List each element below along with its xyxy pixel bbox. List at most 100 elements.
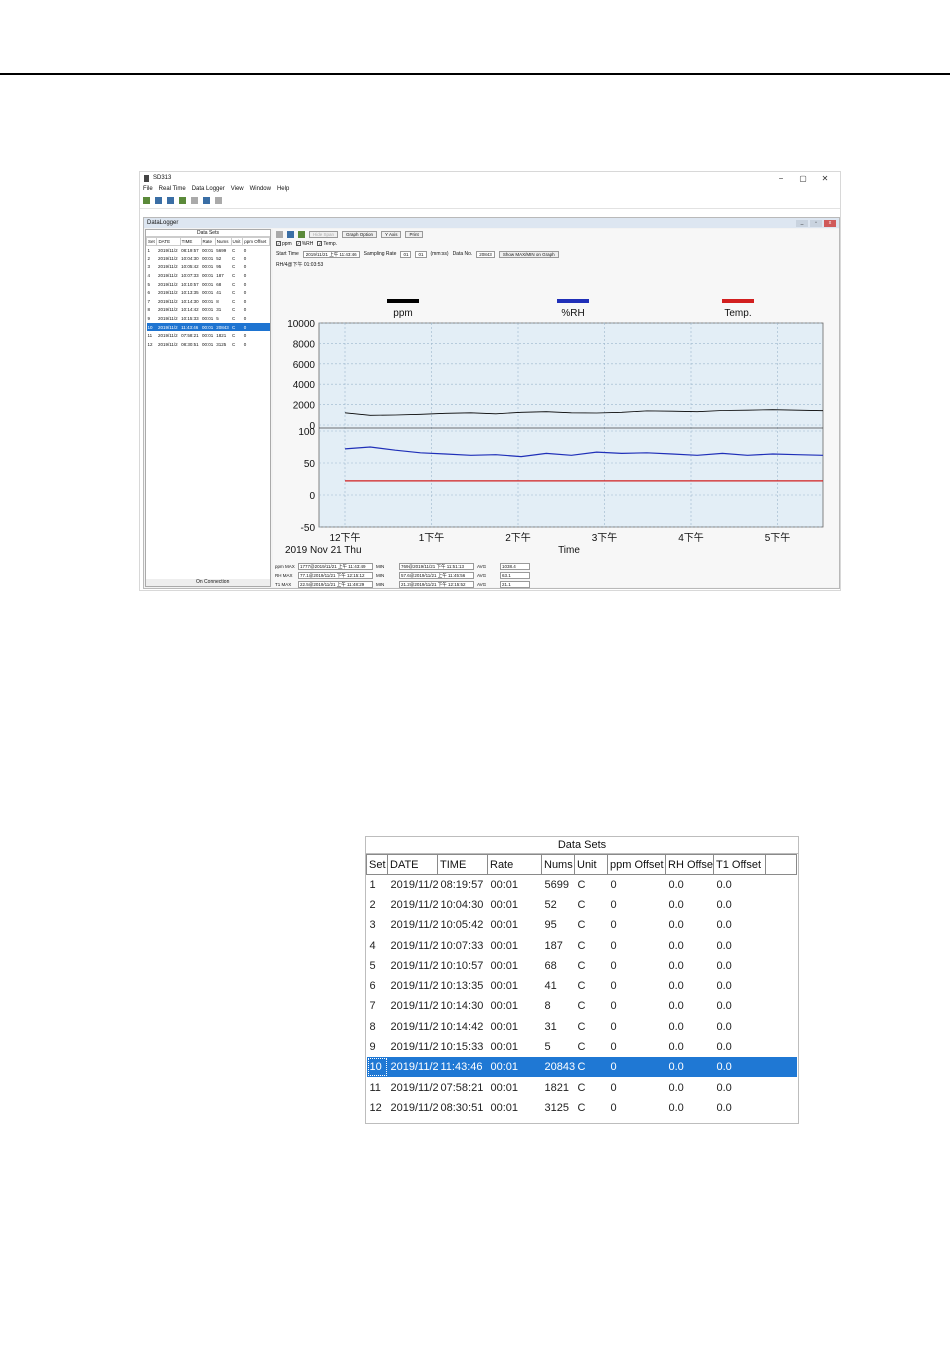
menu-real-time[interactable]: Real Time bbox=[159, 186, 186, 192]
column-header[interactable]: TIME bbox=[437, 854, 488, 875]
table-row[interactable]: 5 2019/11/2 10:10:57 00:01 68 C 0 0.0 0.0 bbox=[367, 956, 797, 976]
legend-swatch bbox=[557, 299, 589, 303]
minimize-button[interactable]: − bbox=[770, 174, 792, 183]
table-row[interactable]: 7 2019/11/2 10:14:30 00:01 8 C 0 bbox=[147, 297, 270, 306]
table-cell: 00:01 bbox=[202, 247, 214, 253]
column-header[interactable]: ppm Offset bbox=[607, 854, 666, 875]
stat-max-field[interactable]: 77.1@2019/11/21 下午 12:15:12 bbox=[298, 572, 373, 579]
table-row[interactable]: 4 2019/11/2 10:07:33 00:01 187 C 0 bbox=[147, 271, 270, 280]
stat-min-field[interactable]: 769@2019/11/21 下午 11:51:13 bbox=[399, 563, 474, 570]
table-row[interactable]: 8 2019/11/2 10:14:42 00:01 31 C 0 bbox=[147, 306, 270, 315]
check-ppm[interactable]: ✓ ppm bbox=[276, 241, 292, 247]
table-row[interactable]: 11 2019/11/2 07:58:21 00:01 1821 C 0 0.0 0.0 bbox=[367, 1077, 797, 1097]
table-row[interactable]: 10 2019/11/2 11:43:46 00:01 20843 C 0 bbox=[146, 322, 270, 332]
graph-pane: Hide Span Graph Option Y Axis Print ✓ ppm… bbox=[273, 229, 839, 588]
table-row[interactable]: 3 2019/11/2 10:05:42 00:01 95 C 0 bbox=[147, 263, 270, 272]
stat-min-field[interactable]: 57.6@2019/11/21 上午 11:45:56 bbox=[399, 572, 474, 579]
sampling-min-select[interactable]: 01 bbox=[400, 250, 412, 258]
column-header[interactable]: T1 Offset bbox=[713, 854, 766, 875]
start-time-field[interactable]: 2019/11/21 上午 11:43:46 bbox=[302, 250, 360, 258]
column-header[interactable]: Rate bbox=[487, 854, 542, 875]
column-header[interactable]: RH Offse bbox=[665, 854, 714, 875]
hide-span-button[interactable]: Hide Span bbox=[309, 230, 339, 238]
sensor-chart[interactable]: ppm %RH Temp.1000080006000400020000100500-… bbox=[273, 273, 839, 559]
table-row[interactable]: 9 2019/11/2 10:15:33 00:01 5 C 0 bbox=[147, 314, 270, 323]
stat-avg-field[interactable]: 63.1 bbox=[500, 572, 530, 579]
column-header[interactable]: Unit bbox=[574, 854, 608, 875]
show-maxmin-button[interactable]: Show MAX/MIN on Graph bbox=[498, 250, 559, 258]
stat-max-field[interactable]: 1777@2019/11/21 上午 11:43:49 bbox=[298, 563, 373, 570]
stat-avg-field[interactable]: 1038.4 bbox=[500, 563, 530, 570]
print-button[interactable]: Print bbox=[405, 230, 423, 238]
table-row[interactable]: 12 2019/11/2 08:30:51 00:01 3125 C 0 bbox=[147, 340, 270, 349]
table-row[interactable]: 12 2019/11/2 08:30:51 00:01 3125 C 0 0.0 0.0 bbox=[367, 1098, 797, 1118]
cursor-icon[interactable] bbox=[287, 230, 294, 238]
maximize-button[interactable]: ▢ bbox=[792, 174, 814, 183]
info-icon[interactable] bbox=[215, 197, 222, 204]
stat-max-field[interactable]: 22.5@2019/11/21 上午 11:48:29 bbox=[298, 581, 373, 588]
table-cell: 0 bbox=[243, 341, 247, 347]
table-row[interactable]: 6 2019/11/2 10:13:35 00:01 41 C 0 0.0 0.0 bbox=[367, 976, 797, 996]
column-header[interactable]: DATE bbox=[387, 854, 438, 875]
child-restore-button[interactable]: ▫ bbox=[810, 219, 822, 227]
menu-help[interactable]: Help bbox=[277, 186, 289, 192]
cursor-readout: RH/4@下午 01:03:53 bbox=[276, 261, 324, 268]
table-row[interactable]: 3 2019/11/2 10:05:42 00:01 95 C 0 0.0 0.0 bbox=[367, 915, 797, 935]
stat-avg-field[interactable]: 21.1 bbox=[500, 581, 530, 588]
menu-file[interactable]: File bbox=[143, 186, 153, 192]
table-row[interactable]: 6 2019/11/2 10:13:35 00:01 41 C 0 bbox=[147, 288, 270, 297]
table-row[interactable]: 5 2019/11/2 10:10:57 00:01 68 C 0 bbox=[147, 280, 270, 289]
print-icon[interactable] bbox=[167, 197, 174, 204]
col-set[interactable]: Set bbox=[146, 237, 158, 246]
save-icon[interactable] bbox=[155, 197, 162, 204]
col-nums[interactable]: Nums bbox=[214, 237, 232, 246]
column-header[interactable] bbox=[765, 854, 797, 875]
menu-data-logger[interactable]: Data Logger bbox=[192, 186, 225, 192]
child-close-button[interactable]: x bbox=[824, 219, 836, 227]
check-ppm-label: ppm bbox=[282, 241, 292, 247]
table-row[interactable]: 1 2019/11/2 08:19:57 00:01 5699 C 0 0.0 0.0 bbox=[367, 875, 797, 895]
open-icon[interactable] bbox=[143, 197, 150, 204]
y-tick-label: 100 bbox=[298, 427, 315, 438]
realtime-icon[interactable] bbox=[191, 197, 198, 204]
check-temp[interactable]: ✓ Temp. bbox=[317, 241, 337, 247]
table-row[interactable]: 2 2019/11/2 10:04:30 00:01 52 C 0 bbox=[147, 254, 270, 263]
menu-window[interactable]: Window bbox=[250, 186, 271, 192]
table-row[interactable]: 8 2019/11/2 10:14:42 00:01 31 C 0 0.0 0.0 bbox=[367, 1017, 797, 1037]
check-rh[interactable]: ✓ %RH bbox=[295, 241, 313, 247]
col-rate[interactable]: Rate bbox=[200, 237, 216, 246]
checkbox-icon: ✓ bbox=[276, 241, 281, 247]
datalogger-icon[interactable] bbox=[203, 197, 210, 204]
table-row[interactable]: 4 2019/11/2 10:07:33 00:01 187 C 0 0.0 0.0 bbox=[367, 935, 797, 955]
stat-min-field[interactable]: 21.2@2019/11/21 下午 12:15:52 bbox=[399, 581, 474, 588]
column-header[interactable]: Set bbox=[366, 854, 388, 875]
table-cell: 00:01 bbox=[202, 307, 214, 313]
table-cell: 0.0 bbox=[716, 939, 732, 952]
col-unit[interactable]: Unit bbox=[230, 237, 244, 246]
menu-view[interactable]: View bbox=[231, 186, 244, 192]
close-button[interactable]: ✕ bbox=[814, 174, 836, 183]
export-icon[interactable] bbox=[179, 197, 186, 204]
zoom-icon[interactable] bbox=[276, 230, 283, 238]
child-minimize-button[interactable]: _ bbox=[796, 219, 808, 227]
column-header[interactable]: Nums bbox=[541, 854, 575, 875]
table-cell bbox=[766, 895, 797, 915]
table-cell: 2 bbox=[369, 898, 376, 911]
table-row[interactable]: 7 2019/11/2 10:14:30 00:01 8 C 0 0.0 0.0 bbox=[367, 996, 797, 1016]
table-cell: 0.0 bbox=[668, 1081, 684, 1094]
table-cell: 00:01 bbox=[201, 322, 216, 332]
graph-option-button[interactable]: Graph Option bbox=[342, 230, 378, 238]
table-row[interactable]: 10 2019/11/2 11:43:46 00:01 20843 C 0 0.0 0.0 bbox=[366, 1057, 797, 1078]
flag-icon[interactable] bbox=[298, 230, 305, 238]
table-cell: 1821 bbox=[544, 1081, 569, 1094]
table-row[interactable]: 2 2019/11/2 10:04:30 00:01 52 C 0 0.0 0.0 bbox=[367, 895, 797, 915]
data-no-field[interactable]: 20843 bbox=[476, 250, 495, 258]
y-axis-button[interactable]: Y Axis bbox=[381, 230, 402, 238]
sampling-sec-select[interactable]: 01 bbox=[415, 250, 427, 258]
col-ppm-offset[interactable]: ppm Offset bbox=[242, 237, 270, 246]
table-row[interactable]: 1 2019/11/2 08:19:57 00:01 5699 C 0 bbox=[147, 246, 270, 255]
col-date[interactable]: DATE bbox=[156, 237, 181, 246]
col-time[interactable]: TIME bbox=[179, 237, 202, 246]
table-row[interactable]: 11 2019/11/2 07:58:21 00:01 1821 C 0 bbox=[147, 331, 270, 340]
table-row[interactable]: 9 2019/11/2 10:15:33 00:01 5 C 0 0.0 0.0 bbox=[367, 1037, 797, 1057]
